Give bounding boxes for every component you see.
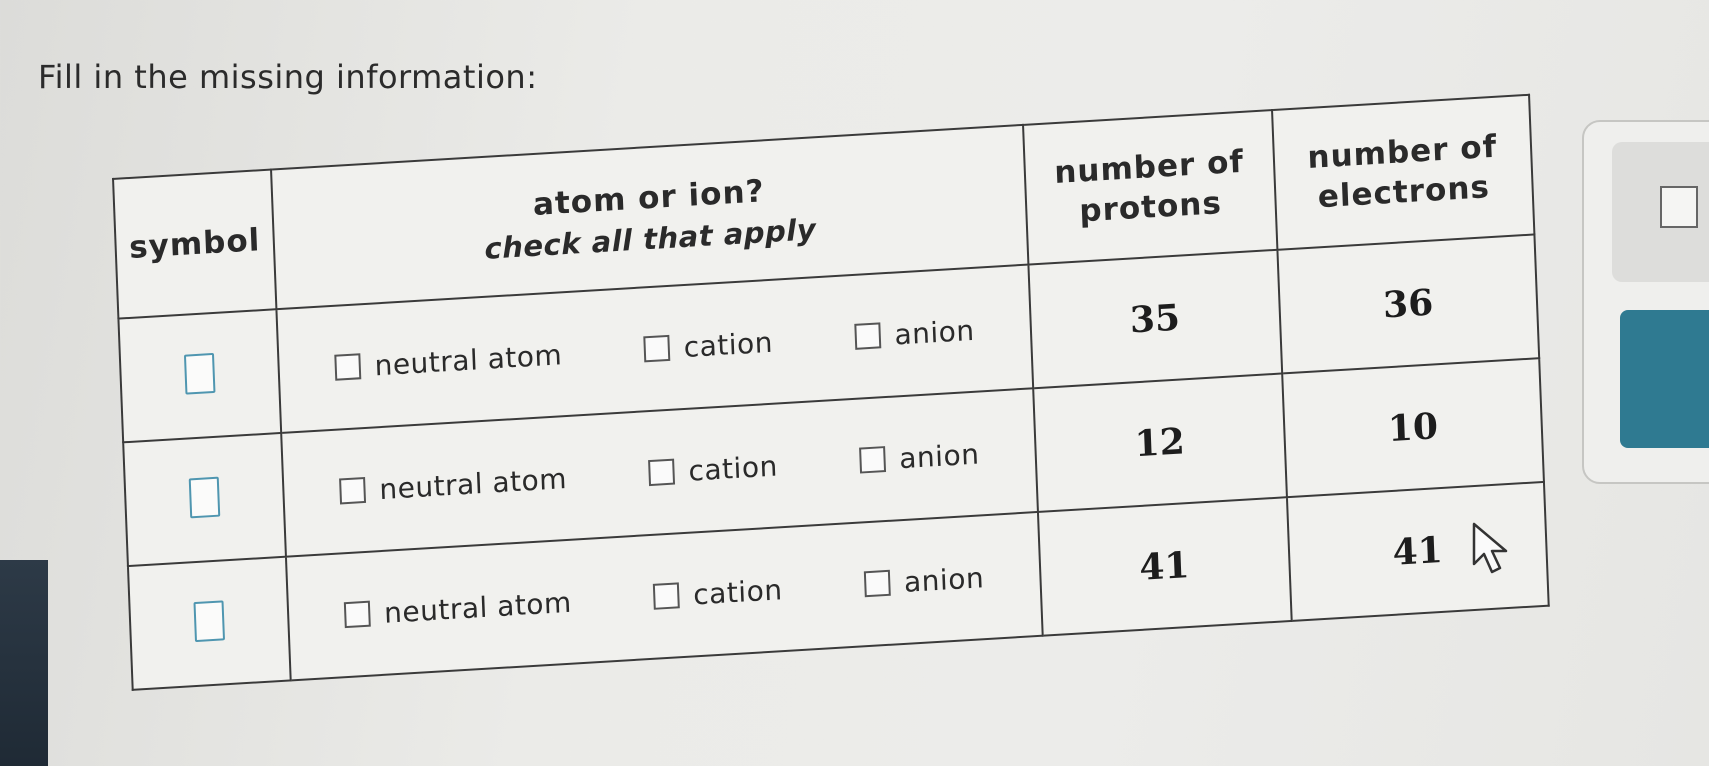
anion-checkbox[interactable] [858, 446, 886, 474]
worksheet-table-container: symbol atom or ion? check all that apply… [112, 93, 1550, 691]
option-neutral-atom[interactable]: neutral atom [343, 585, 572, 631]
symbol-input[interactable] [183, 352, 216, 395]
symbol-input[interactable] [193, 600, 226, 643]
option-neutral-atom[interactable]: neutral atom [338, 462, 568, 508]
neutral-atom-checkbox[interactable] [338, 476, 366, 505]
cation-checkbox[interactable] [643, 334, 671, 363]
symbol-cell [118, 309, 282, 443]
electrons-value: 36 [1382, 281, 1435, 327]
protons-value: 35 [1129, 296, 1181, 342]
electrons-cell: 36 [1277, 234, 1540, 374]
type-options: neutral atom cation anion [284, 434, 1035, 511]
question-prompt: Fill in the missing information: [38, 58, 538, 96]
electrons-value: 10 [1387, 405, 1439, 451]
option-anion[interactable]: anion [858, 437, 980, 477]
empty-box-icon [1660, 186, 1698, 228]
type-options: neutral atom cation anion [289, 557, 1040, 634]
anion-checkbox[interactable] [853, 322, 881, 350]
option-anion[interactable]: anion [853, 313, 975, 353]
type-options: neutral atom cation anion [279, 310, 1030, 387]
option-cation[interactable]: cation [643, 325, 774, 366]
atom-ion-table: symbol atom or ion? check all that apply… [112, 93, 1550, 691]
protons-cell: 41 [1037, 497, 1292, 636]
neutral-atom-checkbox[interactable] [343, 600, 371, 629]
protons-cell: 35 [1027, 249, 1282, 389]
protons-cell: 12 [1032, 373, 1287, 513]
cation-checkbox[interactable] [648, 458, 675, 487]
option-neutral-atom[interactable]: neutral atom [334, 338, 563, 384]
mouse-pointer-icon [1472, 522, 1508, 574]
screen-bezel [0, 560, 48, 766]
header-electrons: number of electrons [1271, 94, 1535, 250]
cation-checkbox[interactable] [652, 582, 680, 610]
toolbar-action-button[interactable] [1620, 310, 1709, 448]
symbol-cell [123, 432, 286, 567]
electrons-cell: 10 [1281, 358, 1544, 498]
electrons-value: 41 [1391, 528, 1444, 574]
symbol-cell [127, 556, 291, 690]
header-protons: number of protons [1022, 110, 1278, 265]
protons-value: 12 [1133, 420, 1186, 466]
protons-value: 41 [1138, 544, 1191, 589]
symbol-input[interactable] [188, 476, 221, 519]
option-anion[interactable]: anion [863, 561, 985, 601]
neutral-atom-checkbox[interactable] [334, 353, 362, 381]
header-atom-or-ion-title: atom or ion? [532, 173, 766, 223]
option-cation[interactable]: cation [652, 573, 783, 614]
anion-checkbox[interactable] [863, 569, 891, 598]
option-cation[interactable]: cation [648, 449, 778, 490]
header-symbol: symbol [113, 169, 277, 319]
